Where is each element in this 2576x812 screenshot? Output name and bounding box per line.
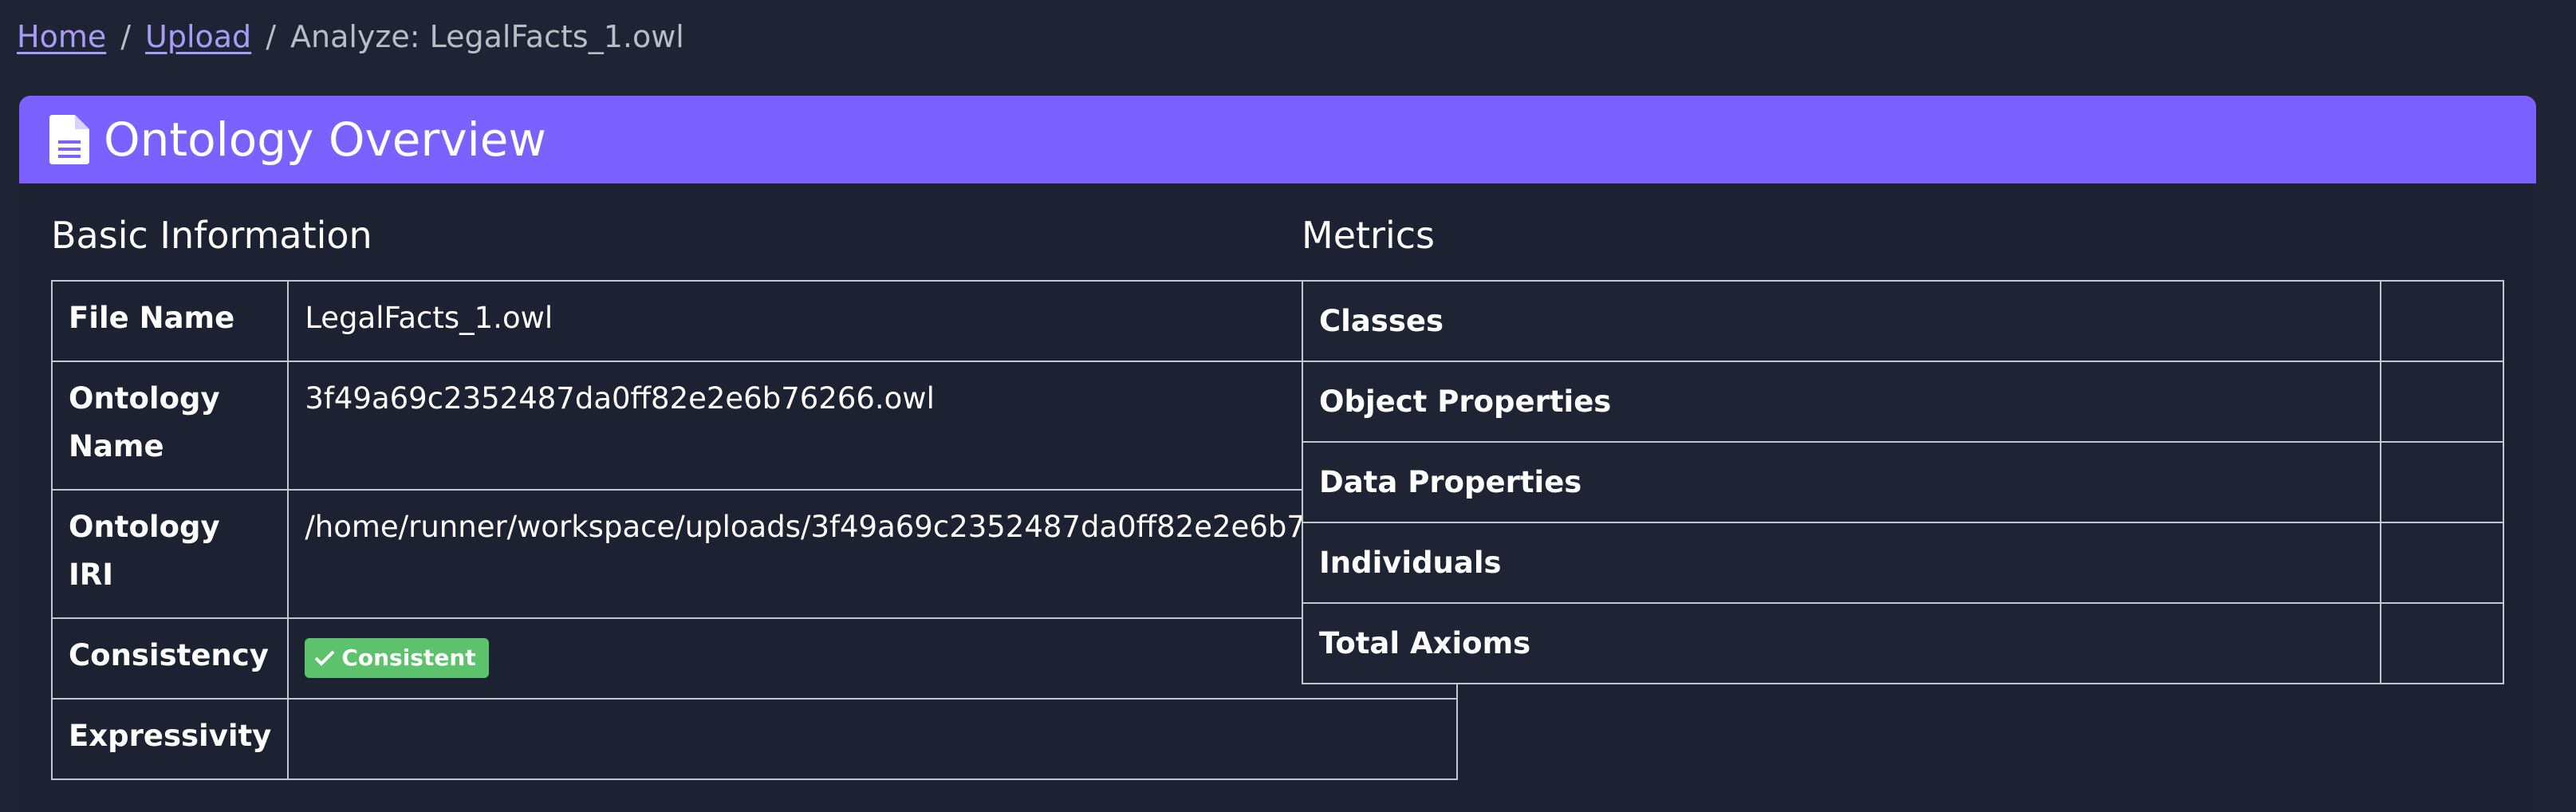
table-row: Consistency Consistent [50, 617, 1458, 700]
basic-information-table: File Name LegalFacts_1.owl Ontology Name… [50, 280, 1458, 780]
table-row: Ontology IRI /home/runner/workspace/uplo… [50, 489, 1458, 619]
table-row: Individuals [1301, 522, 2504, 604]
metrics-table: Classes Object Properties Data Propertie… [1301, 280, 2504, 684]
table-row: Ontology Name 3f49a69c2352487da0ff82e2e6… [50, 361, 1458, 491]
ontology-iri-label: Ontology IRI [50, 489, 290, 619]
ontology-overview-header: Ontology Overview [19, 96, 2536, 183]
consistency-label: Consistency [50, 617, 290, 700]
object-properties-label: Object Properties [1301, 361, 2382, 443]
expressivity-label: Expressivity [50, 698, 290, 780]
data-properties-value [2380, 441, 2504, 523]
metrics-title: Metrics [1302, 214, 1435, 257]
ontology-iri-value: /home/runner/workspace/uploads/3f49a69c2… [287, 489, 1458, 619]
status-badge: Consistent [305, 638, 489, 678]
basic-information-title: Basic Information [51, 214, 372, 257]
breadcrumb-upload-link[interactable]: Upload [145, 19, 251, 54]
individuals-label: Individuals [1301, 522, 2382, 604]
table-row: Object Properties [1301, 361, 2504, 443]
total-axioms-value [2380, 602, 2504, 684]
classes-label: Classes [1301, 280, 2382, 362]
classes-value [2380, 280, 2504, 362]
file-name-label: File Name [50, 280, 290, 362]
table-row: Data Properties [1301, 441, 2504, 523]
status-badge-label: Consistent [341, 644, 476, 671]
breadcrumb: Home / Upload / Analyze: LegalFacts_1.owl [17, 19, 684, 54]
file-name-value: LegalFacts_1.owl [287, 280, 1458, 362]
total-axioms-label: Total Axioms [1301, 602, 2382, 684]
card-title: Ontology Overview [104, 112, 546, 167]
table-row: Total Axioms [1301, 602, 2504, 684]
breadcrumb-home-link[interactable]: Home [17, 19, 106, 54]
breadcrumb-separator: / [120, 19, 132, 54]
expressivity-value [287, 698, 1458, 780]
ontology-name-label: Ontology Name [50, 361, 290, 491]
breadcrumb-current: Analyze: LegalFacts_1.owl [290, 19, 684, 54]
consistency-value: Consistent [287, 617, 1458, 700]
check-icon [314, 650, 335, 666]
individuals-value [2380, 522, 2504, 604]
table-row: Classes [1301, 280, 2504, 362]
table-row: File Name LegalFacts_1.owl [50, 280, 1458, 362]
data-properties-label: Data Properties [1301, 441, 2382, 523]
breadcrumb-separator: / [266, 19, 276, 54]
ontology-name-value: 3f49a69c2352487da0ff82e2e6b76266.owl [287, 361, 1458, 491]
document-icon [49, 115, 89, 164]
table-row: Expressivity [50, 698, 1458, 780]
object-properties-value [2380, 361, 2504, 443]
